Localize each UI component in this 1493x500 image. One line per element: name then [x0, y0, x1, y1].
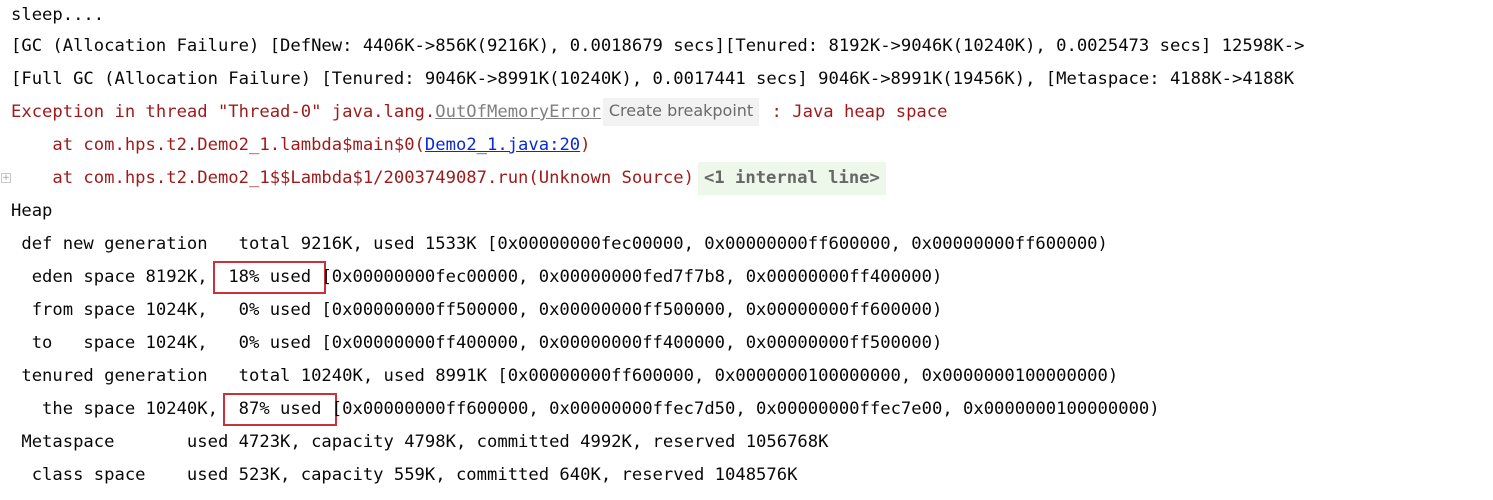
stack-frame-1: at com.hps.t2.Demo2_1.lambda$main$0(Demo… — [11, 129, 591, 162]
heap-class-space: class space used 523K, capacity 559K, co… — [11, 465, 798, 485]
stack-frame-suffix: ) — [580, 135, 591, 155]
exception-prefix: Exception in thread "Thread-0" java.lang… — [11, 102, 436, 122]
internal-lines-folding[interactable]: <1 internal line> — [697, 162, 886, 195]
heap-tenured-generation: tenured generation total 10240K, used 89… — [11, 366, 1119, 386]
eden-space-prefix: eden space 8192K, — [11, 267, 218, 287]
heap-metaspace: Metaspace used 4723K, capacity 4798K, co… — [11, 432, 829, 452]
heap-title: Heap — [11, 201, 53, 221]
heap-to-space: to space 1024K, 0% used [0x00000000ff400… — [11, 333, 943, 353]
heap-from-space: from space 1024K, 0% used [0x00000000ff5… — [11, 300, 943, 320]
eden-used-highlight: 18% used — [212, 261, 327, 294]
heap-def-new-generation: def new generation total 9216K, used 153… — [11, 234, 1108, 254]
console-line-full-gc: [Full GC (Allocation Failure) [Tenured: … — [11, 69, 1295, 89]
source-file-link[interactable]: Demo2_1.java:20 — [425, 135, 580, 155]
the-space-addresses: [0x00000000ff600000, 0x00000000ffec7d50,… — [331, 399, 1160, 419]
heap-eden-space: eden space 8192K, 18% used [0x00000000fe… — [11, 261, 942, 294]
fold-expand-icon[interactable]: + — [1, 173, 11, 183]
the-space-used-highlight: 87% used — [223, 393, 337, 426]
stack-frame-text: at com.hps.t2.Demo2_1$$Lambda$1/20037490… — [11, 168, 694, 188]
eden-space-addresses: [0x00000000fec00000, 0x00000000fed7f7b8,… — [321, 267, 943, 287]
console-line-sleep: sleep.... — [11, 5, 105, 25]
exception-class-link[interactable]: OutOfMemoryError — [435, 102, 601, 122]
exception-line: Exception in thread "Thread-0" java.lang… — [11, 96, 947, 129]
the-space-prefix: the space 10240K, — [11, 399, 229, 419]
exception-message: : Java heap space — [761, 102, 948, 122]
console-line-gc: [GC (Allocation Failure) [DefNew: 4406K-… — [11, 36, 1305, 56]
create-breakpoint-tooltip[interactable]: Create breakpoint — [602, 98, 760, 126]
console-output[interactable]: sleep.... [GC (Allocation Failure) [DefN… — [0, 0, 1493, 500]
stack-frame-2: at com.hps.t2.Demo2_1$$Lambda$1/20037490… — [11, 162, 886, 195]
heap-the-space: the space 10240K, 87% used [0x00000000ff… — [11, 393, 1160, 426]
stack-frame-text: at com.hps.t2.Demo2_1.lambda$main$0( — [11, 135, 425, 155]
